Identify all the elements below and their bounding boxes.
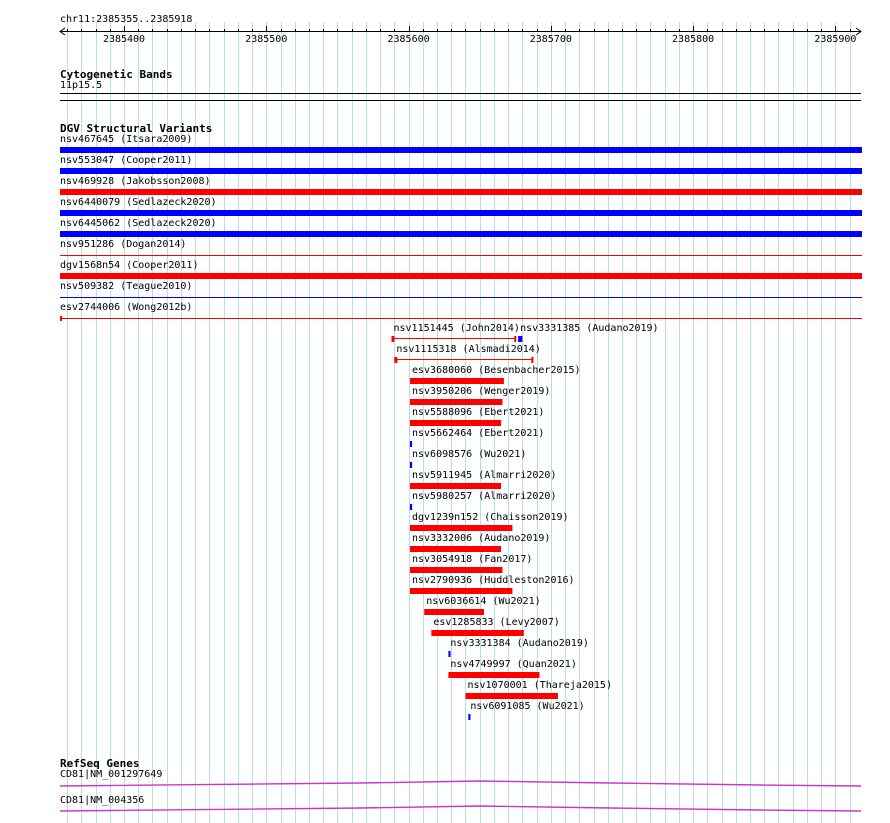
sv-label-nsv2790936[interactable]: nsv2790936 (Huddleston2016) (412, 575, 575, 587)
sv-bar-nsv3054918 (409, 567, 503, 573)
sv-label-nsv3054918[interactable]: nsv3054918 (Fan2017) (412, 554, 532, 566)
sv-bar-esv3680060 (409, 378, 504, 384)
sv-bar-nsv5911945 (409, 483, 502, 489)
sv-bar-nsv6091085 (468, 714, 471, 720)
sv-label-nsv4749997[interactable]: nsv4749997 (Quan2021) (450, 659, 576, 671)
ruler-tick-label: 2385600 (387, 34, 430, 45)
sv-label-esv2744006[interactable]: esv2744006 (Wong2012b) (60, 302, 192, 314)
sv-label-nsv5588096[interactable]: nsv5588096 (Ebert2021) (412, 407, 544, 419)
ruler-tick-label: 2385400 (102, 34, 146, 45)
sv-label-nsv5911945[interactable]: nsv5911945 (Almarri2020) (412, 470, 557, 482)
ruler-tick-label: 2385900 (814, 34, 857, 45)
sv-label-nsv3332006[interactable]: nsv3332006 (Audano2019) (412, 533, 550, 545)
sv-bar-nsv5662464 (409, 441, 413, 447)
sv-label-dgv1568n54[interactable]: dgv1568n54 (Cooper2011) (60, 260, 198, 272)
sv-bar-nsv553047 (60, 168, 862, 174)
sv-bar-nsv4749997 (448, 672, 540, 678)
sv-bar-nsv3332006 (409, 546, 502, 552)
sv-label-nsv1151445[interactable]: nsv1151445 (John2014) (393, 323, 519, 335)
sv-label-nsv3331385[interactable]: nsv3331385 (Audano2019) (520, 323, 658, 335)
sv-end-cap-nsv1151445 (514, 336, 517, 342)
sv-label-nsv3331384[interactable]: nsv3331384 (Audano2019) (450, 638, 588, 650)
sv-bar-nsv2790936 (409, 588, 513, 594)
sv-bar-nsv6445062 (60, 231, 862, 237)
ruler-tick-label: 2385500 (245, 34, 288, 45)
sv-bar-nsv5588096 (409, 420, 502, 426)
sv-bar-nsv3331384 (448, 651, 451, 657)
sv-bar-nsv6440079 (60, 210, 862, 216)
sv-bar-nsv467645 (60, 147, 862, 153)
cytoband-label[interactable]: 11p15.5 (60, 80, 102, 92)
ruler-tick-label: 2385800 (672, 34, 715, 45)
sv-label-nsv469928[interactable]: nsv469928 (Jakobsson2008) (60, 176, 211, 188)
sv-bar-esv1285833 (431, 630, 524, 636)
gene-label-nm004356[interactable]: CD81|NM_004356 (60, 795, 144, 807)
sv-bar-nsv3331385 (518, 336, 523, 342)
sv-bar-nsv5980257 (409, 504, 413, 510)
region-label: chr11:2385355..2385918 (60, 14, 193, 25)
gene-model-1 (59, 805, 862, 812)
sv-marker-esv2744006 (60, 316, 62, 321)
sv-bar-dgv1239n152 (409, 525, 513, 531)
sv-label-esv1285833[interactable]: esv1285833 (Levy2007) (433, 617, 559, 629)
sv-label-nsv6445062[interactable]: nsv6445062 (Sedlazeck2020) (60, 218, 217, 230)
sv-label-nsv6036614[interactable]: nsv6036614 (Wu2021) (426, 596, 540, 608)
sv-label-nsv5980257[interactable]: nsv5980257 (Almarri2020) (412, 491, 557, 503)
sv-bar-nsv6098576 (409, 462, 413, 468)
sv-label-nsv1070001[interactable]: nsv1070001 (Thareja2015) (467, 680, 612, 692)
sv-start-cap-nsv1151445 (391, 336, 395, 342)
sv-label-dgv1239n152[interactable]: dgv1239n152 (Chaisson2019) (412, 512, 569, 524)
sv-label-nsv6091085[interactable]: nsv6091085 (Wu2021) (470, 701, 584, 713)
gene-label-nm001297649[interactable]: CD81|NM_001297649 (60, 769, 162, 781)
sv-bar-nsv1070001 (465, 693, 558, 699)
sv-end-cap-nsv1115318 (531, 357, 534, 363)
sv-label-nsv467645[interactable]: nsv467645 (Itsara2009) (60, 134, 192, 146)
sv-label-nsv3950206[interactable]: nsv3950206 (Wenger2019) (412, 386, 550, 398)
gene-model-0 (59, 780, 862, 787)
sv-label-esv3680060[interactable]: esv3680060 (Besenbacher2015) (412, 365, 581, 377)
sv-bar-nsv3950206 (409, 399, 503, 405)
position-ruler (59, 26, 862, 36)
sv-label-nsv6440079[interactable]: nsv6440079 (Sedlazeck2020) (60, 197, 217, 209)
sv-bar-nsv6036614 (424, 609, 484, 615)
ruler-tick-label: 2385700 (529, 34, 572, 45)
sv-bar-dgv1568n54 (60, 273, 862, 279)
sv-label-nsv951286[interactable]: nsv951286 (Dogan2014) (60, 239, 186, 251)
sv-label-nsv553047[interactable]: nsv553047 (Cooper2011) (60, 155, 192, 167)
sv-label-nsv1115318[interactable]: nsv1115318 (Alsmadi2014) (396, 344, 541, 356)
sv-label-nsv509382[interactable]: nsv509382 (Teague2010) (60, 281, 192, 293)
sv-bar-nsv469928 (60, 189, 862, 195)
sv-label-nsv6098576[interactable]: nsv6098576 (Wu2021) (412, 449, 526, 461)
sv-label-nsv5662464[interactable]: nsv5662464 (Ebert2021) (412, 428, 544, 440)
sv-start-cap-nsv1115318 (394, 357, 398, 363)
